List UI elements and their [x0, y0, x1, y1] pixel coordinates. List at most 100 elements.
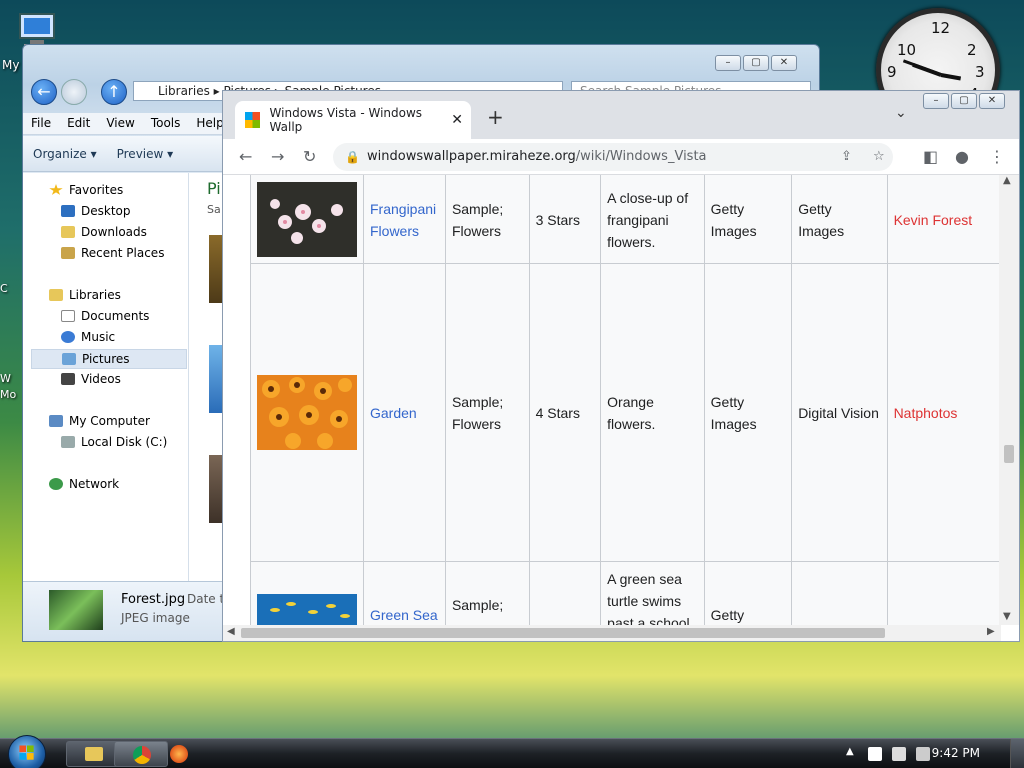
profile-avatar-icon[interactable]: ●: [955, 147, 969, 166]
table-cell-image: [250, 263, 364, 562]
url-path: /wiki/Windows_Vista: [575, 149, 707, 164]
library-icon: [49, 289, 63, 301]
table-cell-name: Garden: [363, 263, 446, 562]
thumbnail[interactable]: [209, 455, 223, 523]
close-button[interactable]: ✕: [979, 93, 1005, 109]
nav-music[interactable]: Music: [61, 330, 115, 344]
clock-number: 9: [887, 63, 897, 81]
clock-number: 12: [931, 19, 951, 37]
start-button[interactable]: [8, 735, 46, 768]
horizontal-scroll-thumb[interactable]: [241, 628, 885, 638]
table-cell-description: A green sea turtle swims past a school: [600, 561, 705, 625]
nav-desktop[interactable]: Desktop: [61, 204, 131, 218]
scroll-left-arrow-icon[interactable]: ◀: [227, 626, 235, 637]
back-button[interactable]: ←: [31, 79, 57, 105]
lock-icon: 🔒: [345, 150, 360, 164]
table-cell-provider: Getty Images: [791, 175, 888, 264]
bookmark-star-icon[interactable]: ☆: [873, 143, 885, 171]
tab-search-icon[interactable]: ⌄: [895, 105, 907, 121]
nav-videos[interactable]: Videos: [61, 372, 121, 386]
taskbar-clock[interactable]: 9:42 PM: [932, 746, 980, 760]
reload-icon[interactable]: ↻: [303, 147, 316, 166]
minimize-button[interactable]: –: [715, 55, 741, 71]
table-cell-name: Green Sea: [363, 561, 446, 625]
table-cell-image: [250, 175, 364, 264]
wallpaper-link[interactable]: Frangipani Flowers: [370, 201, 436, 239]
nav-libraries[interactable]: Libraries: [49, 288, 121, 302]
content-subheading: Sa: [207, 203, 221, 216]
horizontal-scrollbar[interactable]: ◀ ▶: [223, 625, 1001, 641]
wallpaper-table: Frangipani Flowers Sample; Flowers 3 Sta…: [250, 175, 1001, 625]
thumbnail[interactable]: [209, 235, 223, 303]
table-cell-rating: 4 Stars: [528, 263, 602, 562]
browser-tab[interactable]: Windows Vista - Windows Wallp ✕: [235, 101, 471, 139]
show-desktop-button[interactable]: [1010, 739, 1024, 768]
wallpaper-link[interactable]: Garden: [370, 405, 417, 421]
table-cell-provider: Digital Vision: [791, 263, 888, 562]
taskbar-explorer-button[interactable]: [66, 741, 120, 767]
vertical-scrollbar[interactable]: ▲ ▼: [999, 175, 1019, 625]
close-button[interactable]: ✕: [771, 55, 797, 71]
clock-number: 10: [897, 41, 917, 59]
browser-window[interactable]: Windows Vista - Windows Wallp ✕ + ⌄ – ▢ …: [222, 90, 1020, 642]
frangipani-thumbnail[interactable]: [257, 182, 357, 257]
nav-local-disk[interactable]: Local Disk (C:): [61, 435, 167, 449]
maximize-button[interactable]: ▢: [951, 93, 977, 109]
table-cell-rating: 3 Stars: [528, 175, 602, 264]
network-tray-icon[interactable]: [892, 747, 906, 761]
green-sea-thumbnail[interactable]: [257, 594, 357, 625]
nav-my-computer[interactable]: My Computer: [49, 414, 150, 428]
nav-network[interactable]: Network: [49, 477, 119, 491]
page-content: Frangipani Flowers Sample; Flowers 3 Sta…: [223, 175, 1001, 625]
maximize-button[interactable]: ▢: [743, 55, 769, 71]
tab-close-icon[interactable]: ✕: [451, 112, 463, 128]
forward-arrow-icon[interactable]: →: [271, 147, 284, 166]
menu-file[interactable]: File: [23, 113, 59, 134]
show-hidden-icons-icon[interactable]: ▲: [846, 746, 854, 757]
author-link[interactable]: Kevin Forest: [894, 212, 973, 228]
taskbar-chrome-button[interactable]: [114, 741, 168, 767]
author-link[interactable]: Natphotos: [894, 405, 958, 421]
vertical-scroll-thumb[interactable]: [1004, 445, 1014, 463]
nav-favorites[interactable]: Favorites: [49, 183, 123, 197]
action-center-flag-icon[interactable]: [868, 747, 882, 761]
menu-tools[interactable]: Tools: [143, 113, 189, 134]
table-cell-image: [250, 561, 364, 625]
explorer-window-controls: – ▢ ✕: [715, 55, 797, 71]
wiki-favicon-icon: [245, 112, 260, 128]
scroll-right-arrow-icon[interactable]: ▶: [987, 626, 995, 637]
table-cell-source: Getty Images: [703, 175, 793, 264]
minimize-button[interactable]: –: [923, 93, 949, 109]
folder-icon: [85, 747, 103, 761]
table-cell-author: Natphotos: [886, 263, 1001, 562]
scroll-up-arrow-icon[interactable]: ▲: [1003, 175, 1011, 186]
thumbnail[interactable]: [209, 345, 223, 413]
browser-window-controls: – ▢ ✕: [923, 93, 1005, 109]
nav-pictures[interactable]: Pictures: [31, 349, 187, 369]
forward-button[interactable]: [61, 79, 87, 105]
navigation-pane: Favorites Desktop Downloads Recent Place…: [23, 173, 189, 581]
side-panel-icon[interactable]: ◧: [923, 147, 938, 166]
preview-button[interactable]: Preview ▾: [107, 147, 184, 161]
organize-button[interactable]: Organize ▾: [23, 147, 107, 161]
garden-thumbnail[interactable]: [257, 375, 357, 450]
nav-downloads[interactable]: Downloads: [61, 225, 147, 239]
menu-edit[interactable]: Edit: [59, 113, 98, 134]
table-cell-name: Frangipani Flowers: [363, 175, 446, 264]
nav-documents[interactable]: Documents: [61, 309, 149, 323]
menu-kebab-icon[interactable]: ⋮: [989, 147, 1005, 166]
menu-view[interactable]: View: [98, 113, 142, 134]
star-icon: [49, 184, 63, 195]
nav-recent-places[interactable]: Recent Places: [61, 246, 164, 260]
new-tab-icon[interactable]: +: [487, 105, 504, 129]
table-cell-description: Orange flowers.: [600, 263, 705, 562]
scroll-down-arrow-icon[interactable]: ▼: [1003, 611, 1011, 622]
firefox-icon[interactable]: [170, 745, 188, 763]
share-icon[interactable]: ⇪: [841, 143, 852, 171]
back-arrow-icon[interactable]: ←: [239, 147, 252, 166]
video-icon: [61, 373, 75, 385]
up-button[interactable]: ↑: [101, 79, 127, 105]
url-bar[interactable]: 🔒 windowswallpaper.miraheze.org/wiki/Win…: [333, 143, 893, 171]
wallpaper-link[interactable]: Green Sea: [370, 607, 438, 623]
volume-muted-icon[interactable]: [916, 747, 930, 761]
